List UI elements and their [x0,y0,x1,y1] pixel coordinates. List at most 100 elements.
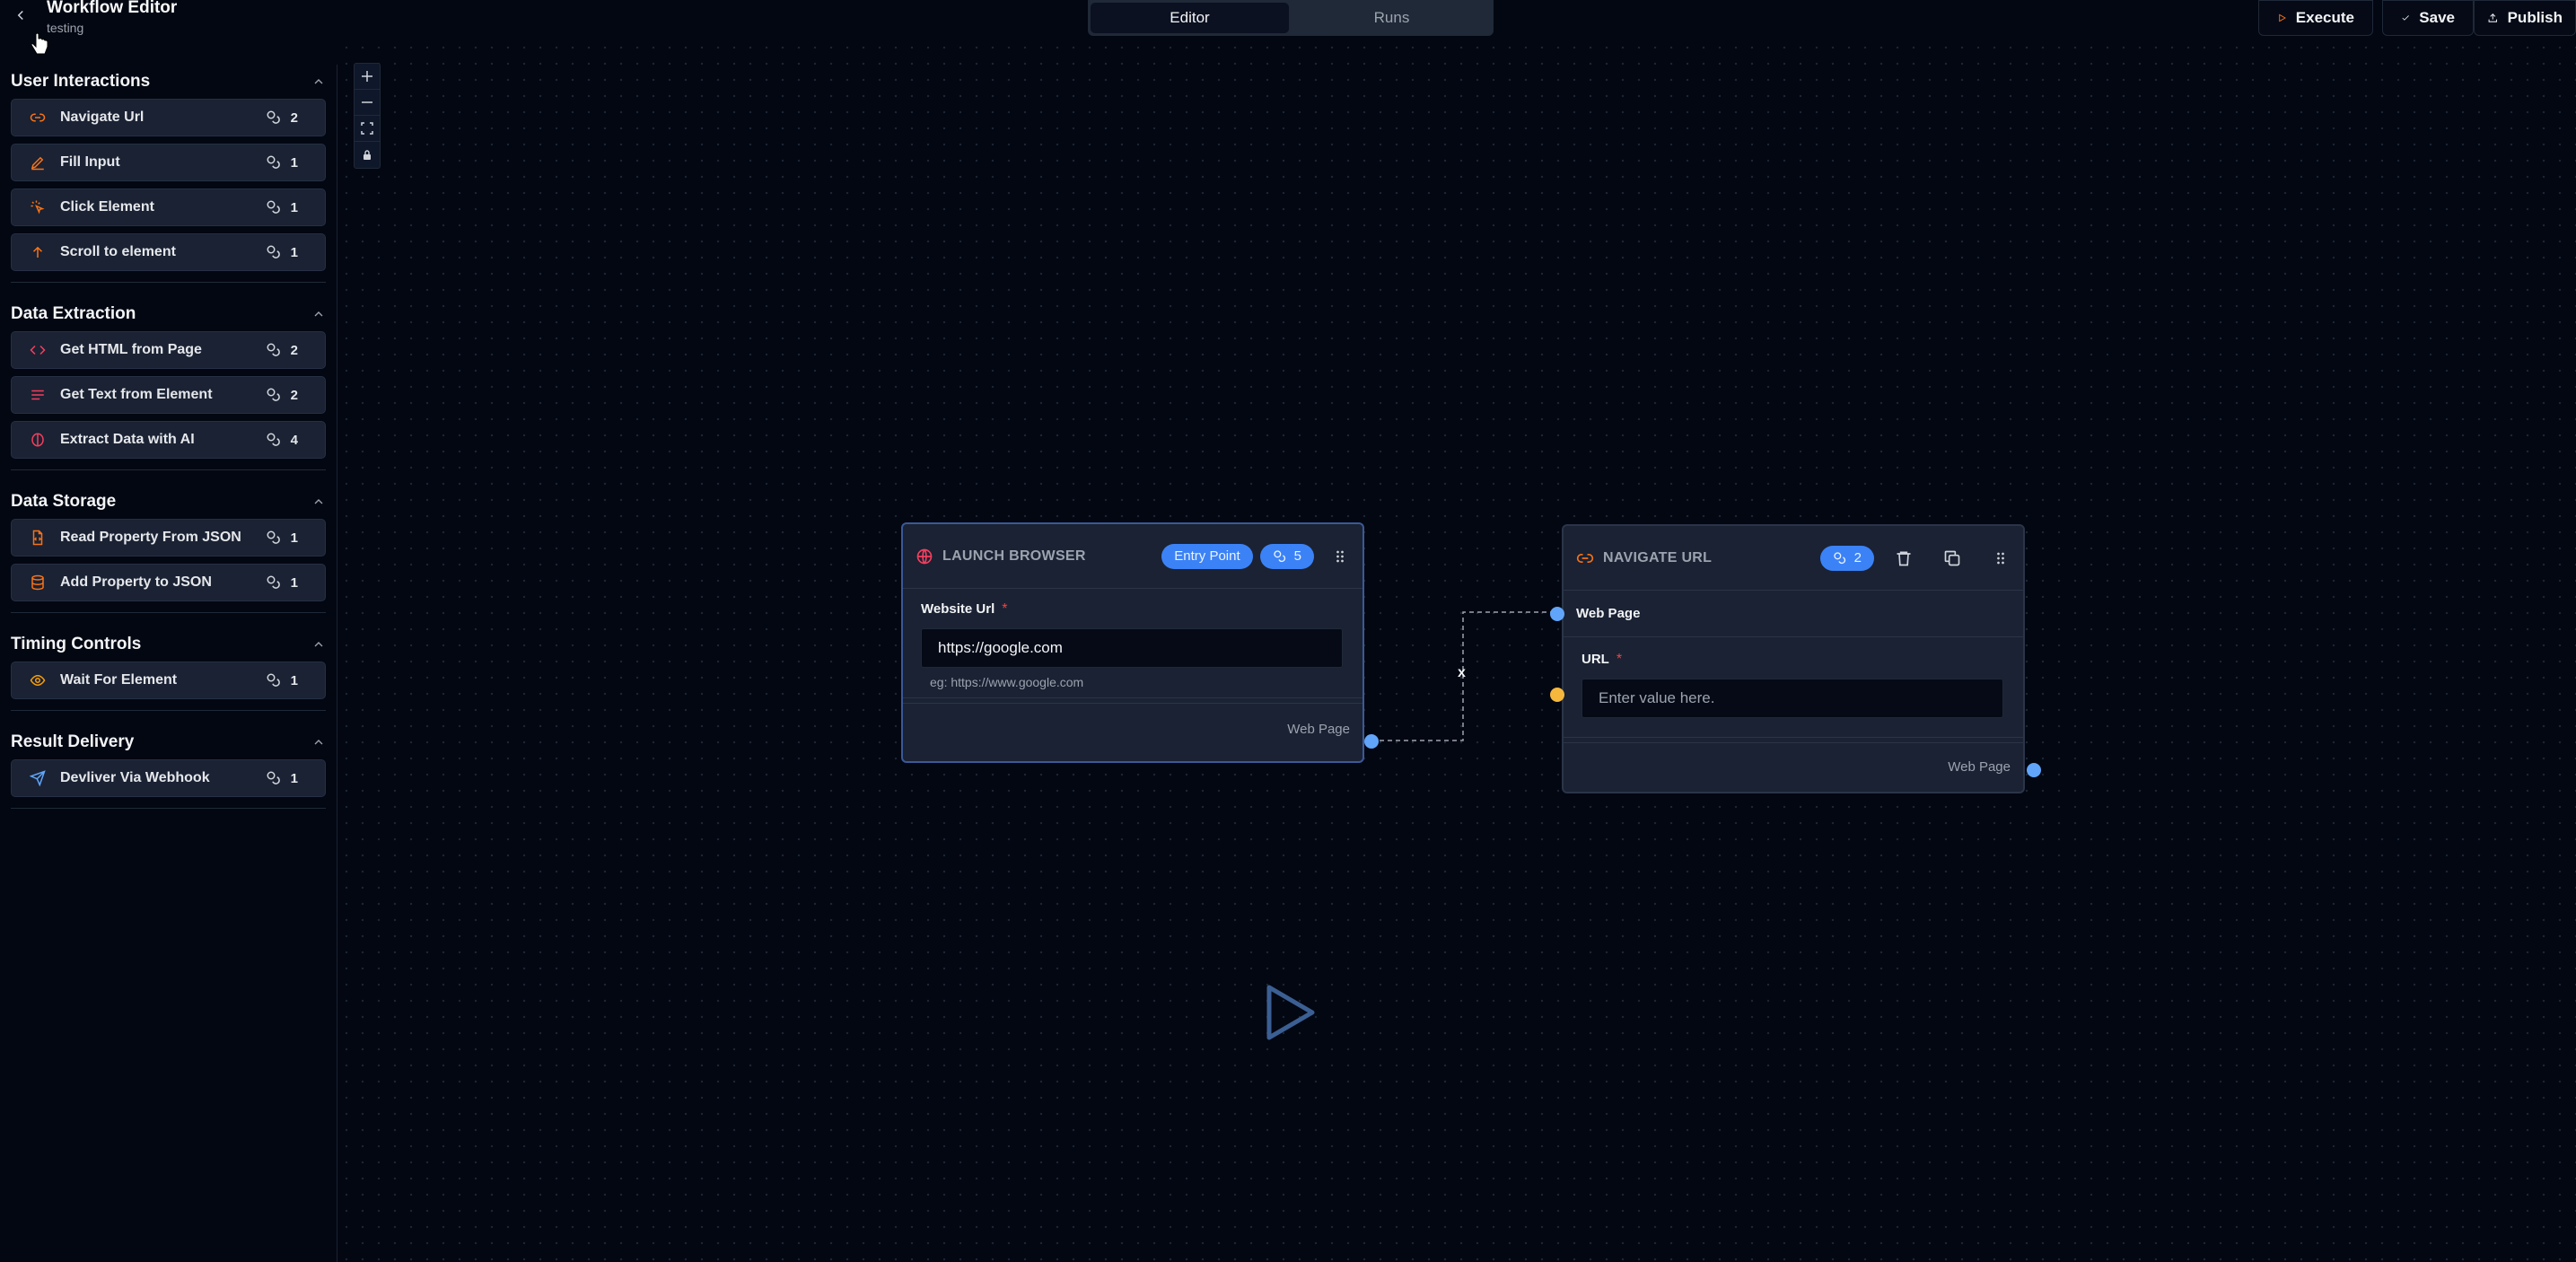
output-handle[interactable] [2027,763,2041,777]
section-title: Timing Controls [11,635,142,653]
credit-count: 2 [266,342,298,358]
credit-count-value: 4 [290,432,298,448]
back-button[interactable] [13,7,32,27]
save-button[interactable]: Save [2382,0,2474,36]
section-header[interactable]: Timing Controls [11,627,326,662]
fit-view-button[interactable] [355,116,380,142]
task-item-label: Get HTML from Page [60,342,202,357]
node-launch-browser[interactable]: LAUNCH BROWSER Entry Point 5 Website Url… [901,522,1379,763]
credit-count-value: 1 [290,574,298,591]
task-item-get-text[interactable]: Get Text from Element 2 [11,376,326,414]
task-item-add-json[interactable]: Add Property to JSON 1 [11,564,326,601]
required-marker: * [1002,601,1008,617]
task-item-label: Fill Input [60,154,120,170]
credit-value: 2 [1853,550,1862,565]
top-bar: Workflow Editor testing Editor Runs Exec… [0,0,2576,55]
chevron-up-icon[interactable] [311,307,326,321]
drag-handle[interactable] [1330,547,1350,566]
task-item-label: Click Element [60,199,154,215]
chevron-up-icon[interactable] [311,637,326,652]
delete-edge-button[interactable]: x [1458,665,1466,681]
pencil-icon [31,156,44,171]
node-navigate-url[interactable]: NAVIGATE URL 2 Web Page URL * Web Page [1550,524,2041,793]
zoom-out-button[interactable] [355,90,380,116]
section-data-extraction: Data Extraction Get HTML from Page 2 Get… [0,297,337,470]
task-item-scroll-to-element[interactable]: Scroll to element 1 [11,233,326,271]
task-item-deliver-webhook[interactable]: Devliver Via Webhook 1 [11,759,326,797]
node-title: LAUNCH BROWSER [942,548,1086,564]
section-header[interactable]: Result Delivery [11,725,326,759]
page-title: Workflow Editor [47,0,178,17]
credit-count: 1 [266,770,298,786]
task-item-label: Devliver Via Webhook [60,770,210,785]
lock-button[interactable] [355,142,380,168]
save-label: Save [2419,9,2455,26]
output-label: Web Page [1287,721,1350,737]
section-divider [11,710,326,711]
duplicate-node-button[interactable] [1942,548,1962,568]
execute-button[interactable]: Execute [2258,0,2373,36]
section-title: Data Extraction [11,304,136,323]
credit-count-value: 1 [290,672,298,688]
grip-vertical-icon [1336,550,1344,562]
task-item-label: Add Property to JSON [60,574,212,590]
credit-count-value: 2 [290,342,298,358]
arrow-up-icon [32,246,43,258]
tab-runs[interactable]: Runs [1292,3,1491,33]
coins-icon [1273,549,1285,562]
input-handle-url[interactable] [1550,688,1564,702]
node-input-row: Web Page [1564,591,2023,637]
output-handle[interactable] [1364,734,1379,749]
hand-cursor-icon [31,32,48,55]
view-tabs: Editor Runs [1088,0,1494,36]
task-item-click-element[interactable]: Click Element 1 [11,188,326,226]
node-output-row: Web Page [903,704,1362,754]
publish-button[interactable]: Publish [2474,0,2576,36]
field-label-row: URL * [1582,652,2005,668]
flow-canvas[interactable] [338,39,2576,1262]
node-input-section: URL * [1564,637,2023,738]
task-item-fill-input[interactable]: Fill Input 1 [11,144,326,181]
credit-count: 2 [266,110,298,126]
chevron-up-icon[interactable] [311,735,326,749]
trash-icon [1897,551,1911,565]
entry-point-badge: Entry Point [1161,543,1253,569]
section-divider [11,282,326,283]
zoom-in-button[interactable] [355,64,380,90]
task-item-read-json[interactable]: Read Property From JSON 1 [11,519,326,557]
task-item-get-html[interactable]: Get HTML from Page 2 [11,331,326,369]
coins-icon [267,771,280,784]
node-header[interactable]: NAVIGATE URL 2 [1564,526,2023,591]
task-item-wait-for-element[interactable]: Wait For Element 1 [11,662,326,699]
canvas-controls [354,63,381,169]
delete-node-button[interactable] [1894,548,1914,568]
send-icon [30,770,46,786]
chevron-up-icon[interactable] [311,74,326,89]
credit-count: 1 [266,244,298,260]
section-header[interactable]: Data Extraction [11,297,326,331]
section-header[interactable]: Data Storage [11,485,326,519]
execute-label: Execute [2295,9,2354,26]
copy-icon [1944,550,1960,565]
chevron-left-icon [17,10,23,21]
task-item-navigate-url[interactable]: Navigate Url 2 [11,99,326,136]
task-item-extract-ai[interactable]: Extract Data with AI 4 [11,421,326,459]
website-url-input[interactable] [921,628,1343,668]
upload-icon [2488,13,2498,22]
drag-handle[interactable] [1991,548,2011,568]
website-url-hint: eg: https://www.google.com [930,675,1084,689]
pointer-click-icon [31,200,45,215]
credit-count: 2 [266,387,298,403]
tab-editor[interactable]: Editor [1091,3,1289,33]
chevron-up-icon[interactable] [311,495,326,509]
input-handle[interactable] [1550,607,1564,621]
coins-icon [267,530,280,544]
coins-icon [1833,551,1845,564]
coins-icon [267,388,280,401]
task-item-label: Read Property From JSON [60,530,241,545]
database-icon [31,574,44,591]
credit-count-value: 1 [290,244,298,260]
url-input[interactable] [1582,679,2003,718]
node-header[interactable]: LAUNCH BROWSER Entry Point 5 [903,524,1362,589]
section-header[interactable]: User Interactions [11,65,326,99]
